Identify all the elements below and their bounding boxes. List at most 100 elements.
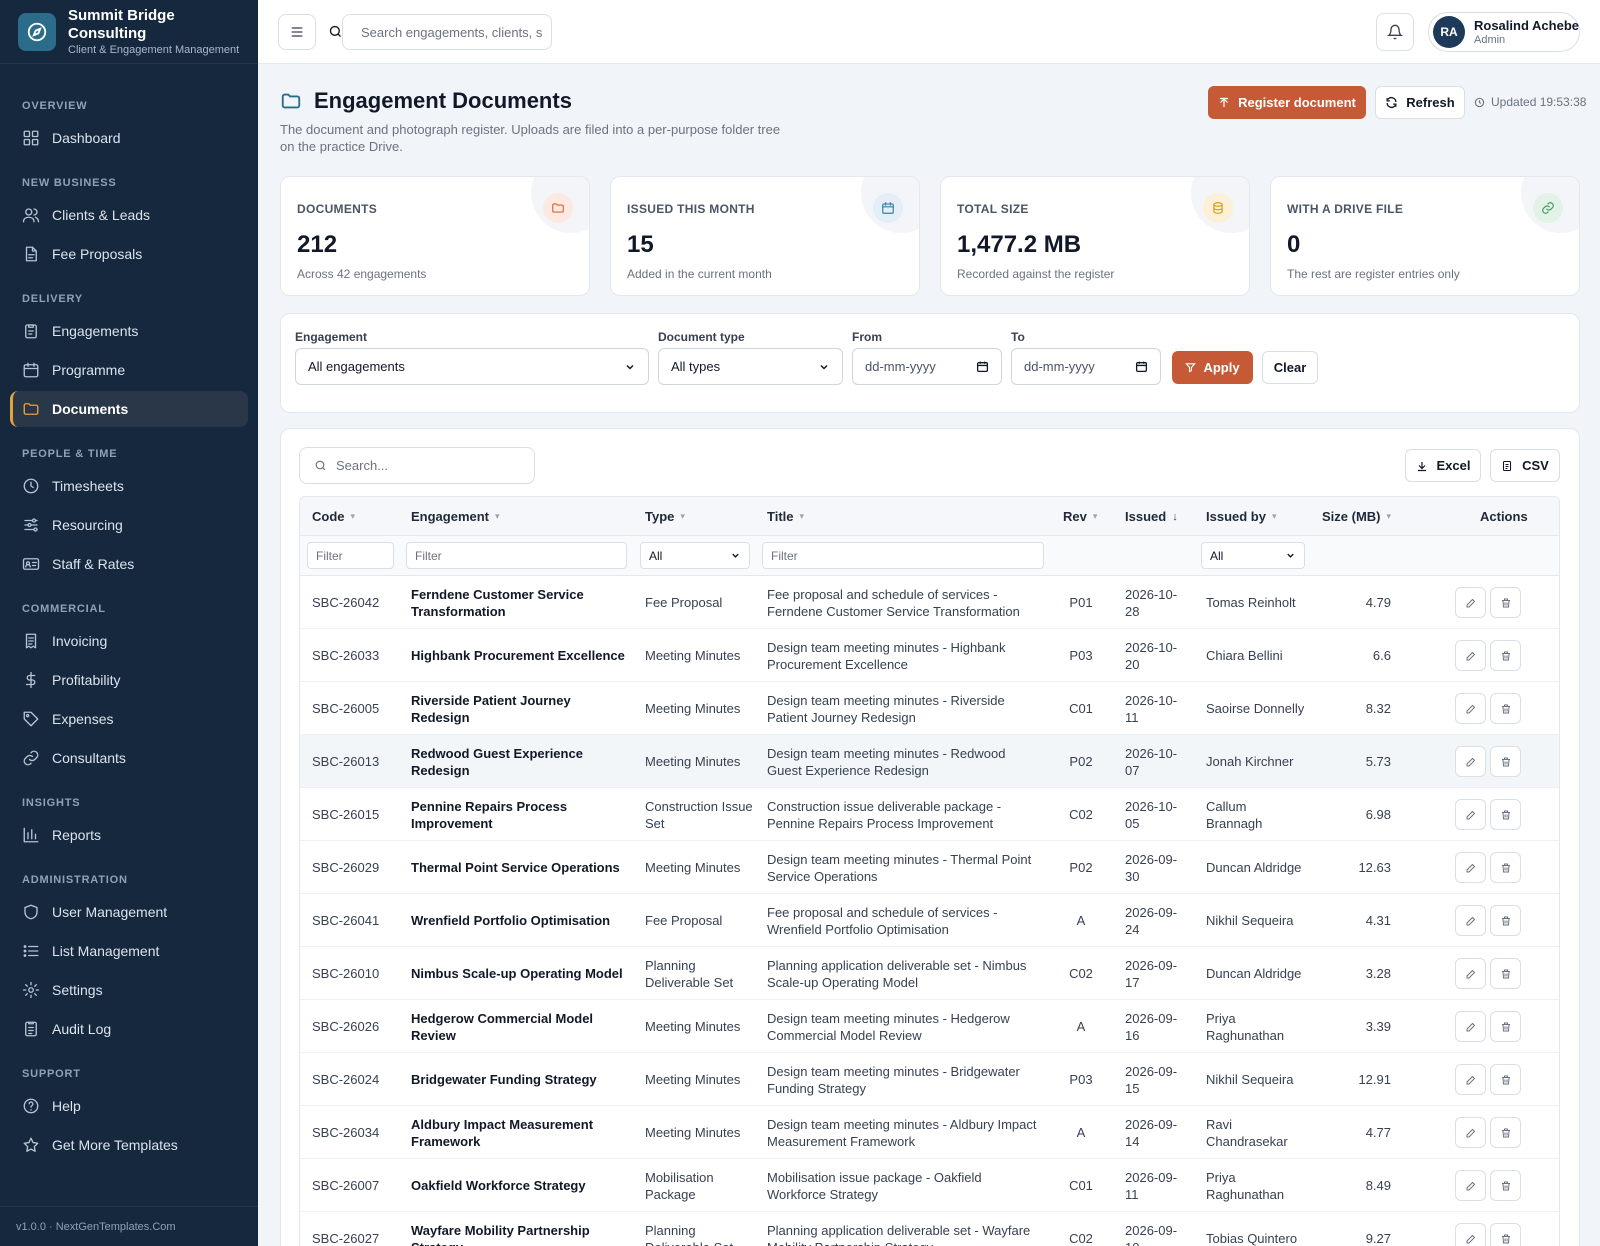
table-row[interactable]: SBC-26013 Redwood Guest Experience Redesi… (300, 735, 1559, 788)
column-header-issued[interactable]: Issued ↓ (1125, 509, 1178, 524)
edit-button[interactable] (1455, 905, 1486, 936)
cell-code: SBC-26033 (312, 648, 380, 663)
refresh-button[interactable]: Refresh (1375, 86, 1465, 119)
sidebar-item-list-management[interactable]: List Management (10, 933, 248, 969)
engagement-filter-input[interactable]: Filter (406, 542, 627, 569)
from-date-input[interactable]: dd-mm-yyyy (852, 348, 1002, 385)
sidebar-item-reports[interactable]: Reports (10, 817, 248, 853)
column-header-engagement[interactable]: Engagement ▾ (411, 509, 500, 524)
column-header-title[interactable]: Title ▾ (767, 509, 804, 524)
sidebar-item-resourcing[interactable]: Resourcing (10, 507, 248, 543)
sidebar-item-dashboard[interactable]: Dashboard (10, 120, 248, 156)
table-row[interactable]: SBC-26015 Pennine Repairs Process Improve… (300, 788, 1559, 841)
edit-button[interactable] (1455, 1011, 1486, 1042)
cell-engagement: Pennine Repairs Process Improvement (411, 798, 568, 831)
brand[interactable]: Summit Bridge Consulting Client & Engage… (0, 0, 258, 64)
export-csv-button[interactable]: CSV (1490, 449, 1560, 482)
to-date-value: dd-mm-yyyy (1024, 359, 1095, 374)
search-icon (329, 25, 341, 37)
table-row[interactable]: SBC-26034 Aldbury Impact Measurement Fram… (300, 1106, 1559, 1159)
edit-button[interactable] (1455, 693, 1486, 724)
table-row[interactable]: SBC-26007 Oakfield Workforce Strategy Mobi… (300, 1159, 1559, 1212)
column-header-type[interactable]: Type ▾ (645, 509, 685, 524)
cell-code: SBC-26015 (312, 807, 380, 822)
edit-button[interactable] (1455, 640, 1486, 671)
edit-button[interactable] (1455, 852, 1486, 883)
column-header-size[interactable]: Size (MB) ▾ (1322, 509, 1391, 524)
sidebar-item-programme[interactable]: Programme (10, 352, 248, 388)
calendar-icon[interactable] (1135, 360, 1148, 373)
title-filter-input[interactable]: Filter (762, 542, 1044, 569)
edit-button[interactable] (1455, 746, 1486, 777)
type-filter-select[interactable]: All (640, 542, 750, 569)
table-row[interactable]: SBC-26005 Riverside Patient Journey Redes… (300, 682, 1559, 735)
edit-button[interactable] (1455, 1170, 1486, 1201)
sidebar-item-help[interactable]: Help (10, 1088, 248, 1124)
calendar-icon (23, 362, 39, 378)
delete-button[interactable] (1490, 852, 1521, 883)
table-row[interactable]: SBC-26010 Nimbus Scale-up Operating Model… (300, 947, 1559, 1000)
delete-button[interactable] (1490, 1170, 1521, 1201)
delete-button[interactable] (1490, 746, 1521, 777)
delete-button[interactable] (1490, 693, 1521, 724)
delete-button[interactable] (1490, 1223, 1521, 1246)
document-type-select[interactable]: All types (658, 348, 843, 385)
edit-button[interactable] (1455, 1117, 1486, 1148)
table-row[interactable]: SBC-26041 Wrenfield Portfolio Optimisatio… (300, 894, 1559, 947)
table-row[interactable]: SBC-26027 Wayfare Mobility Partnership St… (300, 1212, 1559, 1246)
sidebar-item-staff-rates[interactable]: Staff & Rates (10, 546, 248, 582)
sidebar-item-get-more-templates[interactable]: Get More Templates (10, 1127, 248, 1163)
edit-button[interactable] (1455, 1223, 1486, 1246)
table-row[interactable]: SBC-26026 Hedgerow Commercial Model Revie… (300, 1000, 1559, 1053)
delete-button[interactable] (1490, 1064, 1521, 1095)
search-input[interactable]: Search engagements, clients, s (342, 14, 552, 50)
edit-button[interactable] (1455, 587, 1486, 618)
sidebar-item-consultants[interactable]: Consultants (10, 740, 248, 776)
table-row[interactable]: SBC-26024 Bridgewater Funding Strategy Mee… (300, 1053, 1559, 1106)
apply-filters-button[interactable]: Apply (1172, 351, 1253, 384)
users-icon (22, 208, 40, 223)
cell-title: Fee proposal and schedule of services - … (767, 904, 998, 937)
user-menu[interactable]: RA Rosalind Achebe Admin (1428, 12, 1580, 52)
delete-button[interactable] (1490, 1011, 1521, 1042)
sidebar-item-timesheets[interactable]: Timesheets (10, 468, 248, 504)
sidebar-item-engagements[interactable]: Engagements (10, 313, 248, 349)
delete-button[interactable] (1490, 799, 1521, 830)
column-header-issued-by[interactable]: Issued by ▾ (1206, 509, 1277, 524)
delete-button[interactable] (1490, 640, 1521, 671)
export-excel-button[interactable]: Excel (1405, 449, 1481, 482)
sidebar-item-fee-proposals[interactable]: Fee Proposals (10, 236, 248, 272)
sidebar-item-invoicing[interactable]: Invoicing (10, 623, 248, 659)
notifications-button[interactable] (1376, 13, 1414, 51)
sidebar-item-expenses[interactable]: Expenses (10, 701, 248, 737)
menu-toggle-button[interactable] (278, 14, 316, 50)
sidebar-item-clients-leads[interactable]: Clients & Leads (10, 197, 248, 233)
edit-button[interactable] (1455, 799, 1486, 830)
calendar-icon[interactable] (976, 360, 989, 373)
sidebar-item-audit-log[interactable]: Audit Log (10, 1011, 248, 1047)
column-header-rev[interactable]: Rev ▾ (1063, 509, 1097, 524)
register-document-button[interactable]: Register document (1208, 86, 1366, 119)
table-row[interactable]: SBC-26033 Highbank Procurement Excellence… (300, 629, 1559, 682)
sidebar-item-settings[interactable]: Settings (10, 972, 248, 1008)
pencil-icon (1466, 1075, 1475, 1084)
table-row[interactable]: SBC-26029 Thermal Point Service Operation… (300, 841, 1559, 894)
issued-by-filter-select[interactable]: All (1201, 542, 1305, 569)
to-date-input[interactable]: dd-mm-yyyy (1011, 348, 1161, 385)
engagement-select[interactable]: All engagements (295, 348, 649, 385)
code-filter-input[interactable]: Filter (307, 542, 394, 569)
sidebar-item-documents[interactable]: Documents (10, 391, 248, 427)
column-header-code[interactable]: Code ▾ (312, 509, 355, 524)
stat-label: WITH A DRIVE FILE (1287, 202, 1404, 216)
table-row[interactable]: SBC-26042 Ferndene Customer Service Trans… (300, 576, 1559, 629)
sidebar-item-user-management[interactable]: User Management (10, 894, 248, 930)
clear-filters-button[interactable]: Clear (1262, 351, 1318, 384)
sidebar-item-profitability[interactable]: Profitability (10, 662, 248, 698)
delete-button[interactable] (1490, 958, 1521, 989)
delete-button[interactable] (1490, 587, 1521, 618)
edit-button[interactable] (1455, 958, 1486, 989)
table-search-input[interactable]: Search... (299, 447, 535, 484)
delete-button[interactable] (1490, 905, 1521, 936)
delete-button[interactable] (1490, 1117, 1521, 1148)
edit-button[interactable] (1455, 1064, 1486, 1095)
